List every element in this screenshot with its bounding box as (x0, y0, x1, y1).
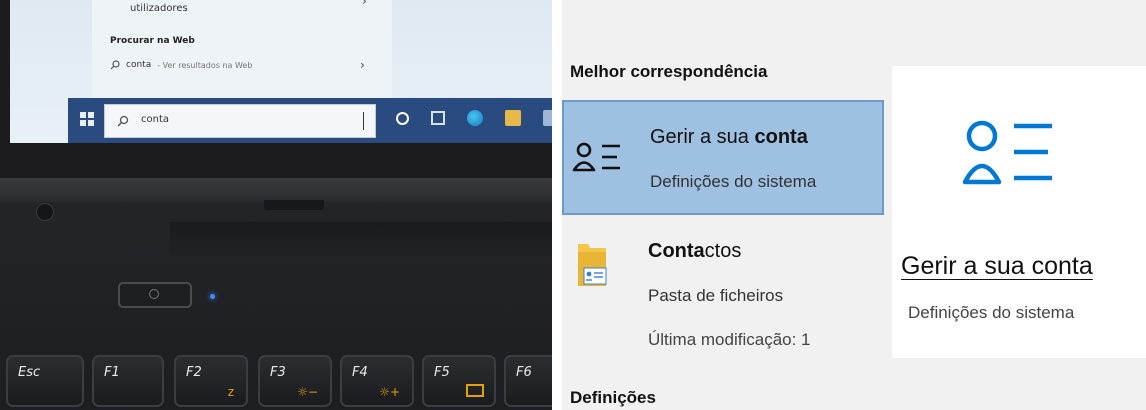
key-f2[interactable]: F2 z (174, 355, 248, 407)
result-subtitle: Definições do sistema (650, 172, 817, 191)
task-view-icon[interactable] (431, 111, 445, 125)
photo-web-heading: Procurar na Web (110, 36, 195, 46)
key-f3[interactable]: F3 ☼− (258, 355, 332, 407)
account-list-icon (962, 120, 1052, 185)
key-label: F3 (270, 365, 286, 380)
laptop-screen: utilizadores › Procurar na Web conta - V… (10, 0, 552, 143)
power-button[interactable] (118, 282, 192, 308)
key-label: F2 (186, 365, 202, 380)
result-manage-account[interactable]: Gerir a sua conta Definições do sistema (562, 100, 884, 215)
key-label: F4 (352, 365, 368, 380)
brightness-up-icon: ☼+ (379, 385, 400, 399)
display-icon (466, 384, 484, 397)
lid-notch (264, 200, 324, 210)
settings-heading: Definições (570, 388, 656, 407)
photo-taskbar-search-text: conta (141, 114, 170, 125)
detail-subtitle: Definições do sistema (908, 303, 1075, 322)
hinge (170, 222, 552, 264)
key-f1[interactable]: F1 (92, 355, 164, 407)
chevron-right-icon: › (360, 58, 365, 72)
photo-taskbar: conta (68, 98, 552, 143)
result-modified: Última modificação: 1 (648, 330, 811, 349)
cortana-icon[interactable] (396, 112, 409, 125)
detail-pane: Gerir a sua conta Definições do sistema (892, 66, 1146, 358)
webcam-icon (36, 203, 54, 221)
photo-web-query: conta (126, 60, 152, 70)
title-text: ctos (704, 240, 742, 262)
key-f5[interactable]: F5 (422, 355, 496, 407)
key-f4[interactable]: F4 ☼+ (340, 355, 414, 407)
photo-web-suffix: - Ver resultados na Web (157, 60, 253, 70)
photo-taskbar-search[interactable]: conta (104, 104, 376, 138)
photo-web-result[interactable]: conta - Ver resultados na Web (110, 60, 252, 70)
key-f6[interactable]: F6 (504, 355, 552, 407)
result-contacts-folder[interactable]: Contactos Pasta de ficheiros Última modi… (562, 228, 884, 388)
key-label: F6 (516, 365, 532, 380)
result-title: Gerir a sua conta (650, 126, 808, 149)
result-subtitle: Pasta de ficheiros (648, 286, 784, 305)
edge-browser-icon[interactable] (467, 110, 483, 126)
title-match: conta (754, 126, 808, 148)
search-icon (117, 115, 129, 127)
brightness-down-icon: ☼− (297, 385, 318, 399)
lid-edge (0, 178, 552, 202)
best-match-heading: Melhor correspondência (570, 62, 768, 81)
file-explorer-icon[interactable] (505, 110, 521, 126)
title-text: Gerir a sua (650, 126, 755, 148)
text-caret (363, 112, 364, 130)
account-list-icon (572, 142, 620, 172)
search-icon (110, 60, 120, 70)
photo-partial-item: utilizadores (130, 3, 188, 14)
folder-contact-icon (578, 244, 607, 286)
power-led (210, 294, 215, 299)
detail-title[interactable]: Gerir a sua conta (901, 252, 1093, 281)
windows-start-icon[interactable] (80, 112, 94, 126)
store-icon[interactable] (543, 110, 552, 126)
result-title: Contactos (648, 240, 741, 263)
key-label: F1 (104, 365, 120, 380)
key-label: Esc (18, 365, 41, 380)
sleep-icon: z (227, 385, 234, 399)
divider (552, 0, 562, 410)
search-results-panel: Melhor correspondência Gerir a sua conta… (562, 0, 1146, 410)
key-esc[interactable]: Esc (6, 355, 84, 407)
photo-search-panel: utilizadores › Procurar na Web conta - V… (92, 0, 392, 98)
chevron-right-icon: › (362, 0, 367, 8)
title-match: Conta (648, 240, 705, 262)
laptop-photo: utilizadores › Procurar na Web conta - V… (0, 0, 552, 410)
key-label: F5 (434, 365, 450, 380)
